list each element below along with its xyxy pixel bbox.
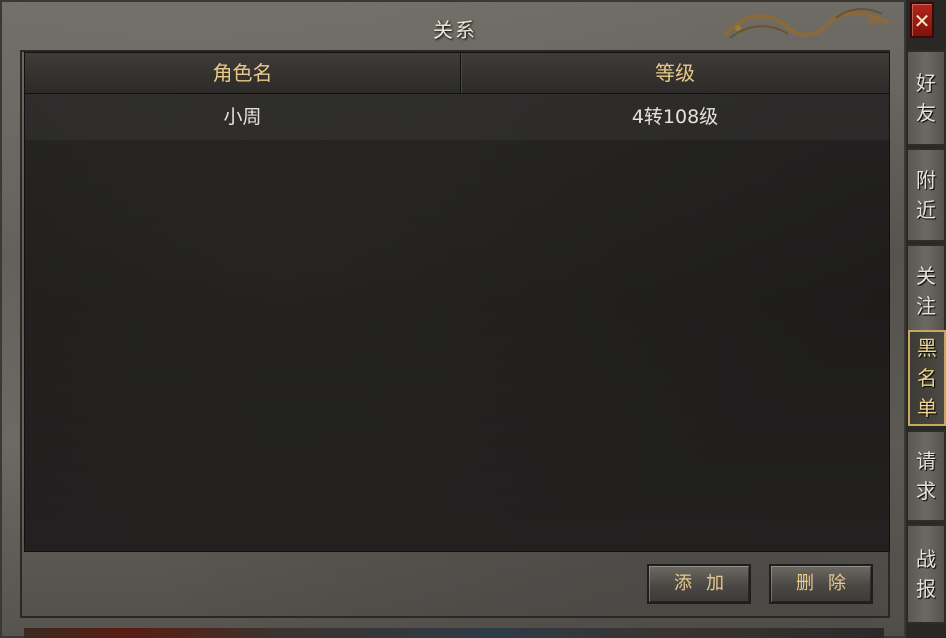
tab-battle-report-char: 战	[916, 547, 936, 571]
tab-requests[interactable]: 请 求	[908, 430, 946, 522]
tab-battle-report-char: 报	[916, 577, 936, 601]
tab-blacklist-char: 黑	[917, 336, 937, 360]
add-button[interactable]: 添加	[647, 564, 751, 604]
tab-blacklist[interactable]: 黑 名 单	[908, 330, 946, 426]
row-character-level: 4转108级	[631, 106, 719, 128]
tab-blacklist-char: 名	[917, 366, 937, 390]
underlying-game-hud	[24, 628, 884, 638]
dragon-ornament-icon	[724, 8, 888, 39]
tab-nearby-char: 附	[916, 168, 936, 192]
tab-following-char: 注	[916, 294, 936, 318]
tab-following[interactable]: 关 注	[908, 244, 946, 338]
tab-battle-report[interactable]: 战 报	[908, 524, 946, 624]
table-row[interactable]: 小周 4转108级	[25, 94, 889, 140]
tab-following-char: 关	[916, 264, 936, 288]
delete-button[interactable]: 删除	[769, 564, 873, 604]
tab-nearby-char: 近	[916, 198, 936, 222]
relations-table: 角色名 等级 小周 4转108级	[24, 52, 890, 552]
tab-requests-char: 求	[916, 479, 936, 503]
side-tabs: 好 友 附 近 关 注 黑 名 单 请 求 战 报	[906, 48, 946, 638]
tab-nearby[interactable]: 附 近	[908, 148, 946, 242]
row-character-name: 小周	[223, 106, 262, 128]
tab-requests-char: 请	[916, 449, 936, 473]
title-bar[interactable]: 关系	[2, 2, 908, 50]
tab-friends-char: 好	[916, 71, 936, 95]
relations-window: 关系 角色名 等级 小周 4转108级 添加 删除	[0, 0, 906, 638]
tab-friends-char: 友	[916, 101, 936, 125]
column-header-level[interactable]: 等级	[461, 53, 889, 93]
tab-blacklist-char: 单	[917, 396, 937, 420]
close-button[interactable]: ✕	[910, 2, 934, 38]
table-header: 角色名 等级	[25, 53, 889, 94]
column-header-name[interactable]: 角色名	[25, 53, 461, 93]
tab-friends[interactable]: 好 友	[908, 50, 946, 146]
